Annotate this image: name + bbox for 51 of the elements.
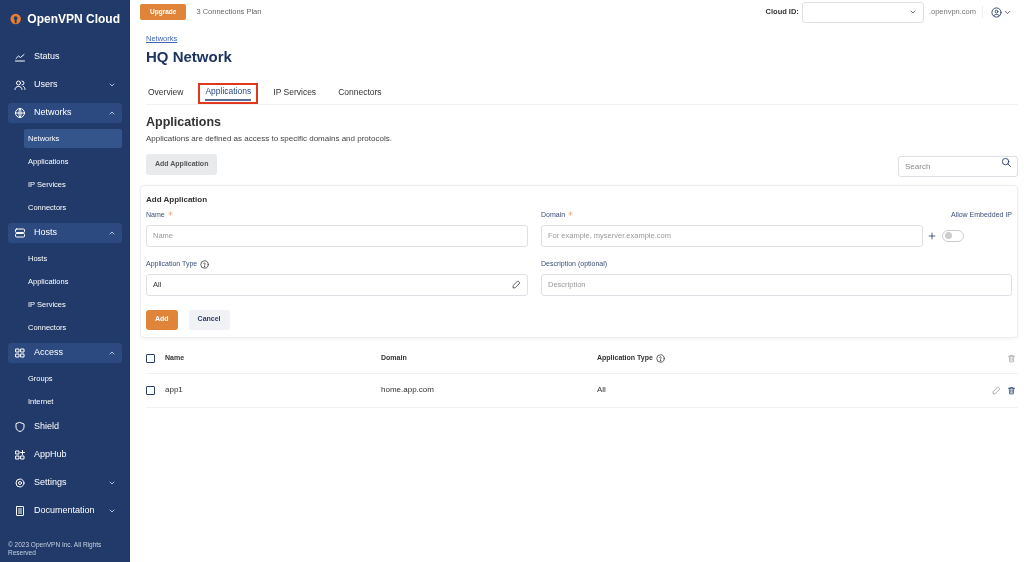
required-icon xyxy=(167,210,173,216)
plus-icon[interactable] xyxy=(927,230,937,241)
pencil-icon xyxy=(512,280,521,289)
grid-icon xyxy=(14,347,26,359)
search-field[interactable]: Search xyxy=(898,155,1018,177)
search-icon[interactable] xyxy=(1001,156,1012,168)
table-cell: home.app.com xyxy=(381,384,434,396)
globe-icon xyxy=(14,107,26,119)
shield-icon xyxy=(14,421,26,433)
required-icon xyxy=(568,210,574,216)
sidebar-item[interactable]: Users xyxy=(8,75,122,95)
tab[interactable]: Applications xyxy=(198,82,259,104)
account-menu[interactable] xyxy=(991,6,1012,18)
sidebar-item[interactable]: Documentation xyxy=(8,501,122,521)
sidebar-item[interactable]: Access xyxy=(8,343,122,363)
sidebar-item[interactable]: Shield xyxy=(8,417,122,437)
chevron-up-icon xyxy=(108,109,116,117)
logo-icon xyxy=(10,12,22,26)
table-cell: app1 xyxy=(165,384,183,396)
section-title: Applications xyxy=(146,113,221,131)
document-icon xyxy=(14,505,26,517)
user-icon xyxy=(991,6,1002,18)
chevron-down-icon xyxy=(108,479,116,487)
sidebar-item[interactable]: Hosts xyxy=(8,223,122,243)
tab[interactable]: IP Services xyxy=(266,82,324,104)
gear-icon xyxy=(14,477,26,489)
trash-icon[interactable] xyxy=(1007,385,1016,395)
form-title: Add Application xyxy=(146,193,209,206)
chevron-down-icon xyxy=(108,507,116,515)
sidebar-item[interactable]: Status xyxy=(8,47,122,67)
server-icon xyxy=(14,227,26,239)
section-description: Applications are defined as access to specific domains and protocols. xyxy=(146,132,392,145)
chevron-down-icon xyxy=(908,8,917,16)
tab[interactable]: Connectors xyxy=(331,82,389,104)
chart-icon xyxy=(14,51,26,63)
help-icon xyxy=(200,260,210,269)
table-cell: All xyxy=(597,384,606,396)
sidebar-item[interactable]: Settings xyxy=(8,473,122,493)
users-icon xyxy=(14,79,26,91)
checkbox[interactable] xyxy=(146,353,155,363)
chevron-up-icon xyxy=(108,349,116,357)
page-title: HQ Network xyxy=(146,47,232,68)
chevron-up-icon xyxy=(108,229,116,237)
brand-name: OpenVPN Cloud xyxy=(27,11,120,28)
apps-icon xyxy=(14,449,26,461)
help-icon xyxy=(655,353,665,363)
checkbox[interactable] xyxy=(146,385,155,395)
tab[interactable]: Overview xyxy=(141,82,191,104)
sidebar-item[interactable]: AppHub xyxy=(8,445,122,465)
chevron-down-icon xyxy=(108,81,116,89)
sidebar-item[interactable]: Networks xyxy=(8,103,122,123)
